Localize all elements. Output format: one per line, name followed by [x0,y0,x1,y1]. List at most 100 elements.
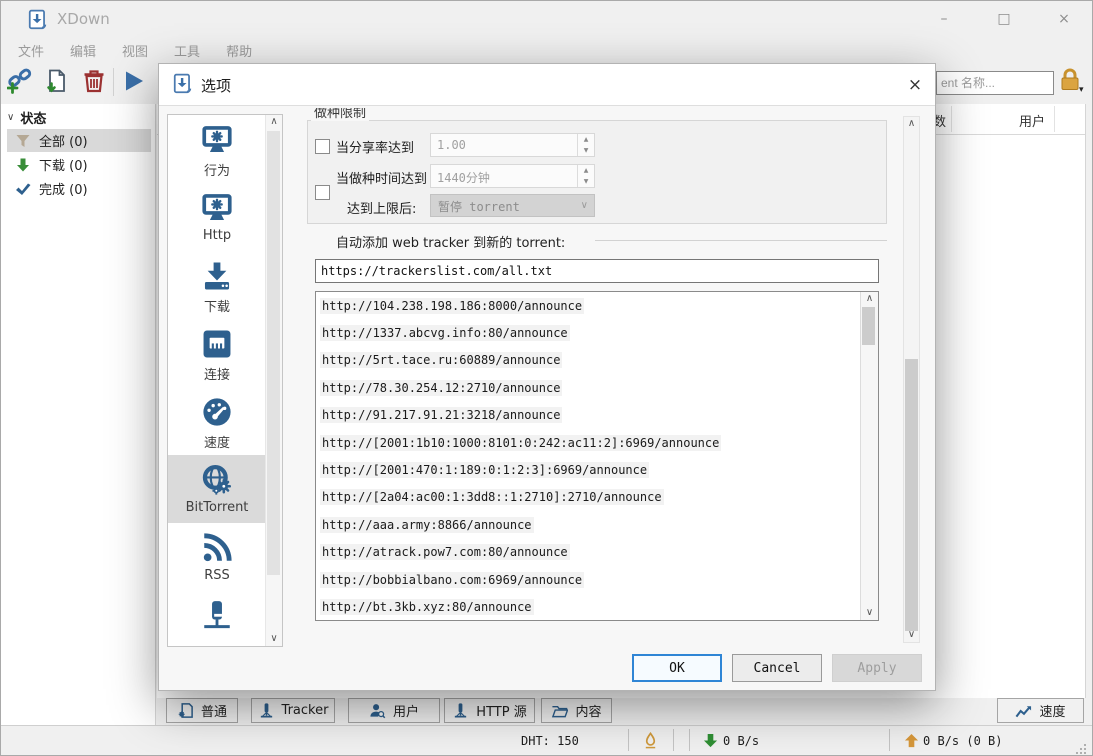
lock-caret-icon: ▾ [1079,85,1084,95]
share-ratio-label: 当分享率达到 [336,137,414,156]
filter-icon [15,133,31,149]
tracker-row[interactable]: http://[2001:1b10:1000:8101:0:242:ac11:2… [316,429,878,456]
tab-http-source[interactable]: HTTP 源 [444,698,535,723]
nav-proxy[interactable] [168,591,266,647]
gear-page-icon [177,702,194,719]
seed-time-label: 当做种时间达到 [336,168,427,187]
tracker-row[interactable]: http://5rt.tace.ru:60889/announce [316,347,878,374]
scroll-up-icon[interactable]: ∧ [861,292,878,306]
tracker-row[interactable]: http://[2a04:ac00:1:3dd8::1:2710]:2710/a… [316,484,878,511]
cancel-button[interactable]: Cancel [732,654,822,682]
nav-scrollbar[interactable]: ∧ ∨ [265,115,282,646]
new-task-button[interactable] [43,68,71,96]
menu-bar: 文件 编辑 视图 工具 帮助 [5,37,265,63]
nav-speed[interactable]: 速度 [168,387,266,455]
tracker-mast-icon [258,702,275,719]
tracker-list[interactable]: http://104.238.198.186:8000/announce htt… [315,291,879,621]
tab-content[interactable]: 内容 [541,698,612,723]
minimize-button[interactable]: – [921,1,967,37]
group-frame-line [595,240,887,241]
download-speed-icon [703,733,718,748]
spin-down-icon: ▼ [578,145,594,156]
sidebar-item-completed[interactable]: 完成 (0) [7,177,151,200]
maximize-button[interactable]: □ [981,1,1027,37]
spin-up-icon: ▲ [578,165,594,176]
scrollbar-thumb[interactable] [862,307,875,345]
scrollbar-thumb[interactable] [905,359,918,631]
clipped-group-title: 做种限制 [311,108,369,121]
spin-up-icon: ▲ [578,134,594,145]
sidebar-item-downloading[interactable]: 下载 (0) [7,153,151,176]
tracker-row[interactable]: http://91.217.91.21:3218/announce [316,402,878,429]
nav-bittorrent[interactable]: BitTorrent [168,455,266,523]
download-arrow-icon [15,157,31,173]
chevron-down-icon: ∨ [7,111,14,125]
dialog-close-button[interactable]: × [901,72,929,98]
tracker-row[interactable]: http://bobbialbano.com:6969/announce [316,566,878,593]
tracker-row[interactable]: http://1337.abcvg.info:80/announce [316,319,878,346]
monitor-gear-icon [200,191,234,225]
folder-icon [551,702,568,719]
menu-tools[interactable]: 工具 [161,37,213,63]
download-tray-icon [200,259,234,293]
resize-grip[interactable] [1075,743,1087,755]
share-ratio-spinbox: 1.00 ▲▼ [430,133,595,157]
sidebar-item-all[interactable]: 全部 (0) [7,129,151,152]
tracker-list-url-input[interactable] [315,259,879,283]
dht-status: DHT: 150 [521,734,579,748]
check-icon [15,181,31,197]
ethernet-icon [200,327,234,361]
spin-buttons: ▲▼ [577,134,594,156]
tracker-list-scrollbar[interactable]: ∧ ∨ [860,292,878,620]
monitor-gear-icon [200,123,234,157]
nav-behavior[interactable]: 行为 [168,115,266,183]
scroll-up-icon[interactable]: ∧ [266,115,282,129]
tracker-row[interactable]: http://atrack.pow7.com:80/announce [316,539,878,566]
xdown-window: XDown – □ × 文件 编辑 视图 工具 帮助 ▾ ∨ 状态 全部 (0)… [0,0,1093,756]
gauge-icon [200,395,234,429]
menu-help[interactable]: 帮助 [213,37,265,63]
options-scrollbar[interactable]: ∧ ∨ [903,116,920,643]
tracker-row[interactable]: http://bt.3kb.xyz:80/announce [316,593,878,620]
status-tree-header[interactable]: ∨ 状态 [7,108,46,127]
user-search-icon [369,702,386,719]
start-button[interactable] [121,68,149,96]
nav-download[interactable]: 下载 [168,251,266,319]
tracker-row[interactable]: http://aaa.army:8866/announce [316,511,878,538]
column-header-user[interactable]: 用户 [1019,111,1045,130]
spin-down-icon: ▼ [578,176,594,187]
menu-view[interactable]: 视图 [109,37,161,63]
scroll-up-icon[interactable]: ∧ [904,117,919,131]
menu-edit[interactable]: 编辑 [57,37,109,63]
app-icon [27,9,49,31]
scroll-down-icon[interactable]: ∨ [904,628,919,642]
share-ratio-checkbox[interactable] [315,139,330,154]
upload-speed: 0 B/s (0 B) [923,734,1002,748]
scroll-down-icon[interactable]: ∨ [861,606,878,620]
torrent-search-input[interactable] [936,71,1054,95]
ok-button[interactable]: OK [632,654,722,682]
tracker-row[interactable]: http://78.30.254.12:2710/announce [316,374,878,401]
tab-peers[interactable]: 用户 [348,698,440,723]
options-nav: 行为 Http 下载 连接 速度 [167,114,283,647]
delete-button[interactable] [81,68,109,96]
globe-gear-icon [200,463,234,497]
close-button[interactable]: × [1041,1,1087,37]
dialog-app-icon [172,73,194,95]
auto-add-tracker-label: 自动添加 web tracker 到新的 torrent: [336,232,565,251]
tracker-row[interactable]: http://[2001:470:1:189:0:1:2:3]:6969/ann… [316,456,878,483]
tab-tracker[interactable]: Tracker [251,698,335,723]
seed-time-checkbox[interactable] [315,185,330,200]
apply-button: Apply [832,654,922,682]
scroll-down-icon[interactable]: ∨ [266,632,282,646]
add-link-button[interactable] [7,68,35,96]
tab-general[interactable]: 普通 [166,698,238,723]
spin-buttons: ▲▼ [577,165,594,187]
menu-file[interactable]: 文件 [5,37,57,63]
tracker-row[interactable]: http://104.238.198.186:8000/announce [316,292,878,319]
speed-graph-button[interactable]: 速度 [997,698,1084,723]
nav-http[interactable]: Http [168,183,266,251]
seed-time-spinbox: 1440分钟 ▲▼ [430,164,595,188]
nav-rss[interactable]: RSS [168,523,266,591]
nav-connection[interactable]: 连接 [168,319,266,387]
